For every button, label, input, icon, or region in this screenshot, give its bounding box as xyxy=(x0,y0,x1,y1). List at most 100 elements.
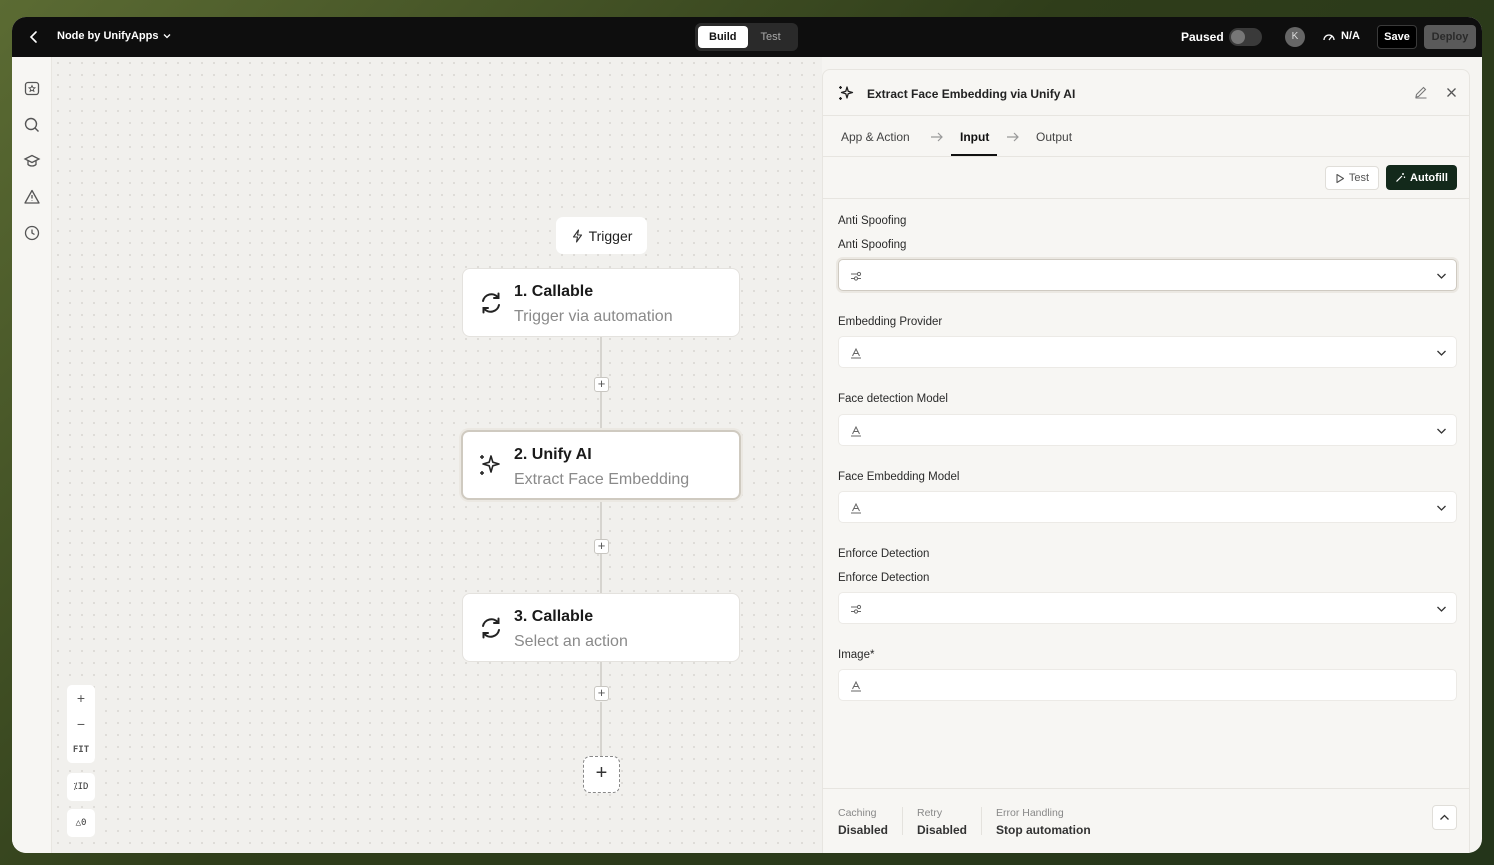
field-label: Face Embedding Model xyxy=(838,471,960,483)
add-step-button[interactable]: + xyxy=(594,686,609,701)
add-final-step-button[interactable]: + xyxy=(583,756,620,793)
history-icon[interactable] xyxy=(23,224,41,242)
fit-view-button[interactable]: FIT xyxy=(67,737,95,763)
chevron-down-icon xyxy=(1437,428,1446,434)
face-embedding-model-select[interactable] xyxy=(838,491,1457,523)
field-label: Embedding Provider xyxy=(838,316,943,328)
caching-value: Disabled xyxy=(838,823,889,837)
text-type-icon xyxy=(851,347,861,359)
image-input[interactable] xyxy=(838,669,1457,701)
chevron-down-icon xyxy=(1437,505,1446,511)
field-label: Face detection Model xyxy=(838,393,948,405)
tab-app-action[interactable]: App & Action xyxy=(841,130,910,144)
warnings-chip[interactable]: △0 xyxy=(67,809,95,837)
sparkles-icon xyxy=(839,86,854,100)
play-icon xyxy=(1336,173,1344,183)
test-label: Test xyxy=(1348,172,1370,184)
chevron-down-icon xyxy=(1437,350,1446,356)
toggle-knob xyxy=(1231,30,1245,44)
warning-count: 0 xyxy=(81,818,87,828)
field-group-label: Anti Spoofing xyxy=(838,215,907,227)
id-chip-label: ID xyxy=(77,782,89,792)
caching-label: Caching xyxy=(838,807,877,819)
field-label: Enforce Detection xyxy=(838,572,930,584)
retry-value: Disabled xyxy=(917,823,968,837)
node-title: 2. Unify AI xyxy=(514,446,592,463)
workflow-canvas[interactable]: Trigger 1. Callable Trigger via automati… xyxy=(52,57,822,853)
id-toggle-chip[interactable]: ⁒ID xyxy=(67,773,95,801)
zoom-out-button[interactable]: − xyxy=(67,711,95,737)
node-subtitle: Select an action xyxy=(514,633,628,650)
test-mode-button[interactable]: Test xyxy=(750,26,792,48)
refresh-icon xyxy=(482,292,500,314)
toggle-setting-icon xyxy=(851,271,862,281)
bookmark-star-icon[interactable] xyxy=(23,80,41,98)
embedding-provider-select[interactable] xyxy=(838,336,1457,368)
divider xyxy=(981,807,982,835)
connector-line xyxy=(600,392,602,430)
close-icon[interactable] xyxy=(1445,86,1458,99)
node-subtitle: Extract Face Embedding xyxy=(514,471,690,488)
graduation-cap-icon[interactable] xyxy=(23,152,41,170)
chevron-down-icon xyxy=(1437,273,1446,279)
warning-icon[interactable] xyxy=(23,188,41,206)
chevron-up-icon xyxy=(1440,814,1449,820)
panel-tabs: App & Action Input Output xyxy=(823,116,1469,157)
test-button[interactable]: Test xyxy=(1325,166,1379,190)
expand-footer-button[interactable] xyxy=(1432,805,1457,830)
sparkles-icon xyxy=(480,455,500,475)
search-icon[interactable] xyxy=(23,116,41,134)
text-type-icon xyxy=(851,680,861,692)
chevron-down-icon xyxy=(1437,606,1446,612)
top-bar: Node by UnifyApps Build Test Paused K N/… xyxy=(12,17,1482,57)
step-config-panel: Extract Face Embedding via Unify AI App … xyxy=(822,69,1470,853)
add-step-button[interactable]: + xyxy=(594,539,609,554)
workflow-node-1[interactable]: 1. Callable Trigger via automation xyxy=(462,268,740,337)
arrow-right-icon xyxy=(931,132,943,142)
metric-value: N/A xyxy=(1341,30,1360,42)
field-label: Image* xyxy=(838,649,875,661)
panel-title: Extract Face Embedding via Unify AI xyxy=(867,87,1076,101)
connector-line xyxy=(600,702,602,756)
avatar[interactable]: K xyxy=(1285,27,1305,47)
status-label: Paused xyxy=(1181,30,1224,44)
error-handling-setting[interactable]: Error Handling Stop automation xyxy=(996,807,1091,837)
workflow-node-3[interactable]: 3. Callable Select an action xyxy=(462,593,740,662)
enforce-detection-select[interactable] xyxy=(838,592,1457,624)
save-button[interactable]: Save xyxy=(1377,25,1417,49)
autofill-button[interactable]: Autofill xyxy=(1386,165,1457,190)
zoom-in-button[interactable]: + xyxy=(67,685,95,711)
performance-indicator[interactable]: N/A xyxy=(1322,30,1360,42)
mode-switch: Build Test xyxy=(695,23,798,51)
pencil-icon[interactable] xyxy=(1414,85,1428,99)
panel-footer: Caching Disabled Retry Disabled Error Ha… xyxy=(823,788,1469,853)
error-handling-label: Error Handling xyxy=(996,807,1064,819)
toggle-setting-icon xyxy=(851,604,862,614)
back-arrow-icon[interactable] xyxy=(26,29,42,45)
trigger-label: Trigger xyxy=(588,227,633,244)
retry-setting[interactable]: Retry Disabled xyxy=(917,807,967,837)
caching-setting[interactable]: Caching Disabled xyxy=(838,807,888,837)
field-label: Anti Spoofing xyxy=(838,239,907,251)
app-title-dropdown[interactable]: Node by UnifyApps xyxy=(57,30,172,42)
app-window: Node by UnifyApps Build Test Paused K N/… xyxy=(12,17,1482,853)
trigger-pill[interactable]: Trigger xyxy=(556,217,647,254)
build-mode-button[interactable]: Build xyxy=(698,26,748,48)
face-detection-model-select[interactable] xyxy=(838,414,1457,446)
tab-input[interactable]: Input xyxy=(960,130,989,144)
text-type-icon xyxy=(851,502,861,514)
autofill-label: Autofill xyxy=(1410,171,1448,184)
tab-output[interactable]: Output xyxy=(1036,130,1072,144)
node-title: 3. Callable xyxy=(514,608,594,625)
node-subtitle: Trigger via automation xyxy=(514,308,673,325)
anti-spoofing-select[interactable] xyxy=(838,259,1457,291)
app-title: Node by UnifyApps xyxy=(57,30,159,42)
workflow-node-2[interactable]: 2. Unify AI Extract Face Embedding xyxy=(461,430,741,500)
deploy-button[interactable]: Deploy xyxy=(1424,25,1476,49)
pause-toggle[interactable] xyxy=(1229,28,1262,46)
connector-line xyxy=(600,554,602,593)
divider xyxy=(902,807,903,835)
chevron-down-icon xyxy=(163,34,171,39)
gauge-icon xyxy=(1323,34,1335,41)
add-step-button[interactable]: + xyxy=(594,377,609,392)
